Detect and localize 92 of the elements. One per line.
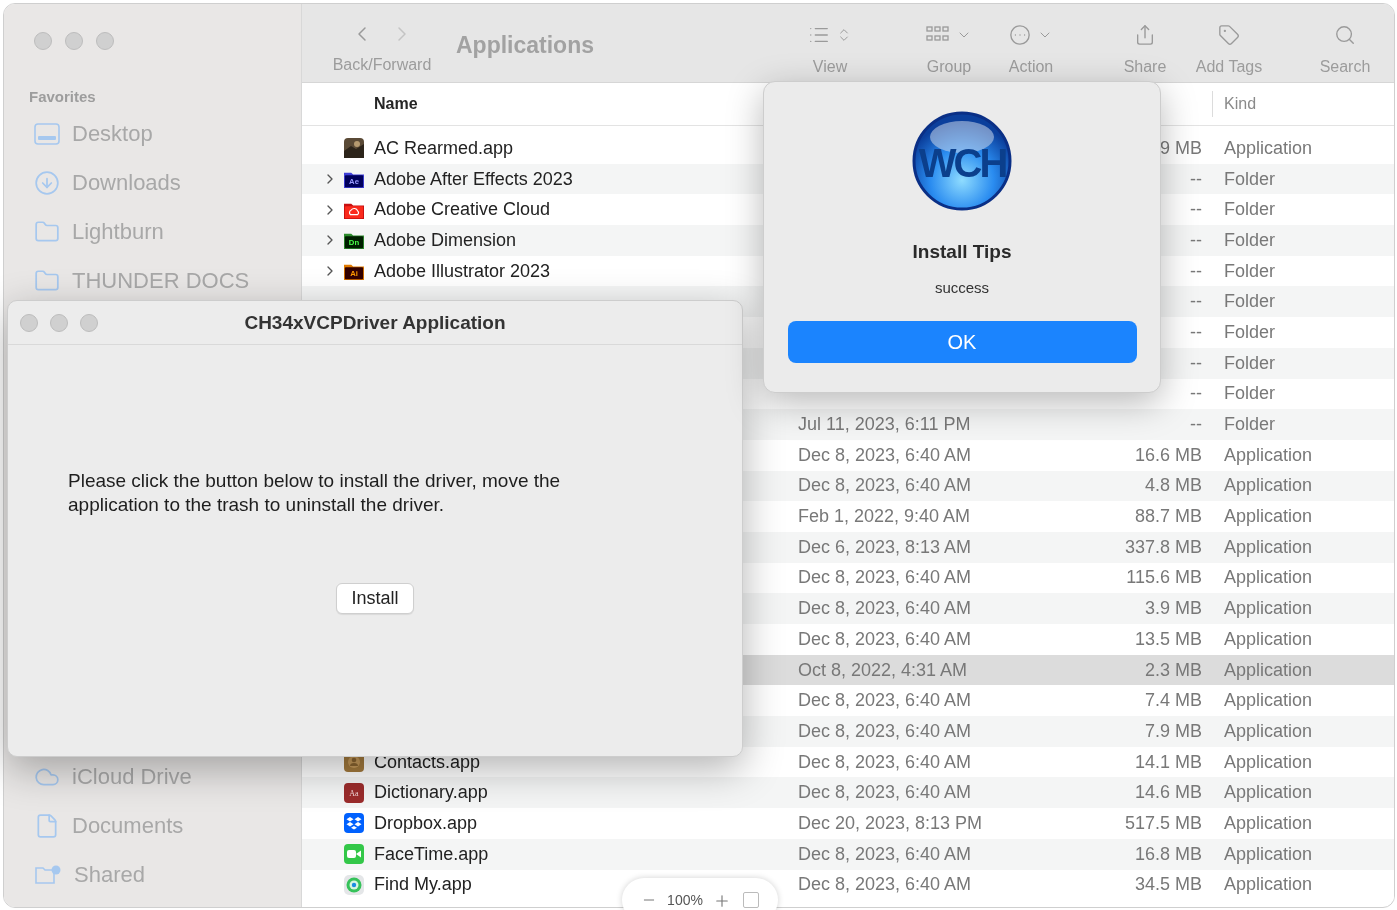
file-kind: Application (1224, 874, 1314, 896)
file-size: 16.8 MB (1133, 843, 1202, 865)
date-modified: Oct 8, 2022, 4:31 AM (798, 659, 969, 681)
file-size: 337.8 MB (1123, 536, 1202, 558)
file-kind: Application (1224, 444, 1314, 466)
file-kind: Application (1224, 536, 1314, 558)
file-kind: Application (1224, 137, 1314, 159)
file-size: 7.9 MB (1143, 720, 1202, 742)
window-title: Applications (456, 32, 594, 59)
file-size: -- (1189, 199, 1202, 221)
file-size: 88.7 MB (1133, 506, 1202, 528)
file-size: -- (1189, 291, 1202, 313)
file-kind: Application (1224, 782, 1314, 804)
file-size: 4.8 MB (1143, 475, 1202, 497)
file-kind: Application (1224, 506, 1314, 528)
file-size: 2.3 MB (1143, 659, 1202, 681)
toolbar-label: Search (1319, 58, 1371, 76)
file-kind: Application (1224, 628, 1314, 650)
column-title: Kind (1212, 91, 1394, 117)
alert-title: Install Tips (912, 241, 1012, 263)
file-size: 9 MB (1159, 137, 1202, 159)
file-size: -- (1189, 321, 1202, 343)
file-size: 517.5 MB (1123, 812, 1202, 834)
file-size: 16.6 MB (1133, 444, 1202, 466)
file-kind: Folder (1224, 383, 1277, 405)
date-modified: Dec 20, 2023, 8:13 PM (798, 812, 984, 834)
file-size: 14.1 MB (1133, 751, 1202, 773)
file-kind: Application (1224, 567, 1314, 589)
file-size: 13.5 MB (1133, 628, 1202, 650)
toolbar-label: Action (1008, 58, 1054, 76)
file-size: -- (1189, 260, 1202, 282)
date-modified: Dec 8, 2023, 6:40 AM (798, 628, 973, 650)
file-name: Dropbox.app (374, 812, 479, 834)
date-modified: Dec 8, 2023, 6:40 AM (798, 444, 973, 466)
date-modified: Dec 8, 2023, 6:40 AM (798, 751, 973, 773)
file-size: 14.6 MB (1133, 782, 1202, 804)
date-modified: Dec 8, 2023, 6:40 AM (798, 567, 973, 589)
toolbar-label: View (812, 58, 848, 76)
toolbar-label: Add Tags (1195, 58, 1263, 76)
file-size: -- (1189, 229, 1202, 251)
file-name: Adobe Illustrator 2023 (374, 260, 552, 282)
sidebar-section-title: Favorites (29, 88, 97, 105)
date-modified: Dec 8, 2023, 6:40 AM (798, 782, 973, 804)
file-name: AC Rearmed.app (374, 137, 515, 159)
file-kind: Folder (1224, 168, 1277, 190)
date-modified: Dec 6, 2023, 8:13 AM (798, 536, 973, 558)
file-kind: Folder (1224, 352, 1277, 374)
file-kind: Application (1224, 475, 1314, 497)
date-modified: Jul 11, 2023, 6:11 PM (798, 414, 972, 436)
wch-logo: WCH (912, 111, 1012, 211)
date-modified: Dec 8, 2023, 6:40 AM (798, 720, 973, 742)
file-kind: Application (1224, 751, 1314, 773)
file-kind: Application (1224, 812, 1314, 834)
file-size: 115.6 MB (1125, 567, 1202, 589)
file-name: Contacts.app (374, 751, 482, 773)
toolbar-label: Share (1123, 58, 1167, 76)
file-name: FaceTime.app (374, 843, 490, 865)
file-size: -- (1189, 383, 1202, 405)
file-kind: Folder (1224, 414, 1277, 436)
file-kind: Folder (1224, 321, 1277, 343)
file-name: Find My.app (374, 874, 473, 896)
file-name: Dictionary.app (374, 782, 489, 804)
file-kind: Application (1224, 659, 1314, 681)
alert-message: success (934, 279, 990, 296)
file-name: Adobe After Effects 2023 (374, 168, 574, 190)
date-modified: Dec 8, 2023, 6:40 AM (798, 598, 973, 620)
date-modified: Dec 8, 2023, 6:40 AM (798, 843, 973, 865)
window-title: CH34xVCPDriver Application (244, 311, 506, 334)
file-size: 7.4 MB (1143, 690, 1202, 712)
column-title: Name (374, 95, 419, 113)
file-kind: Folder (1224, 229, 1277, 251)
date-modified: Feb 1, 2022, 9:40 AM (798, 506, 972, 528)
toolbar-label: Back/Forward (332, 56, 432, 74)
file-size: -- (1189, 414, 1202, 436)
file-size: 3.9 MB (1143, 598, 1202, 620)
file-name: Adobe Dimension (374, 229, 518, 251)
file-kind: Application (1224, 598, 1314, 620)
file-size: -- (1189, 168, 1202, 190)
date-modified: Dec 8, 2023, 6:40 AM (798, 690, 973, 712)
file-size: -- (1189, 352, 1202, 374)
file-name: Adobe Creative Cloud (374, 199, 552, 221)
file-kind: Application (1224, 843, 1314, 865)
file-kind: Folder (1224, 291, 1277, 313)
toolbar-label: Group (926, 58, 972, 76)
date-modified: Dec 8, 2023, 6:40 AM (798, 475, 973, 497)
file-kind: Folder (1224, 199, 1277, 221)
file-kind: Folder (1224, 260, 1277, 282)
file-kind: Application (1224, 720, 1314, 742)
file-kind: Application (1224, 690, 1314, 712)
date-modified: Dec 8, 2023, 6:40 AM (798, 874, 973, 896)
file-size: 34.5 MB (1133, 874, 1202, 896)
dictionary-app-icon: Aa (344, 782, 364, 803)
